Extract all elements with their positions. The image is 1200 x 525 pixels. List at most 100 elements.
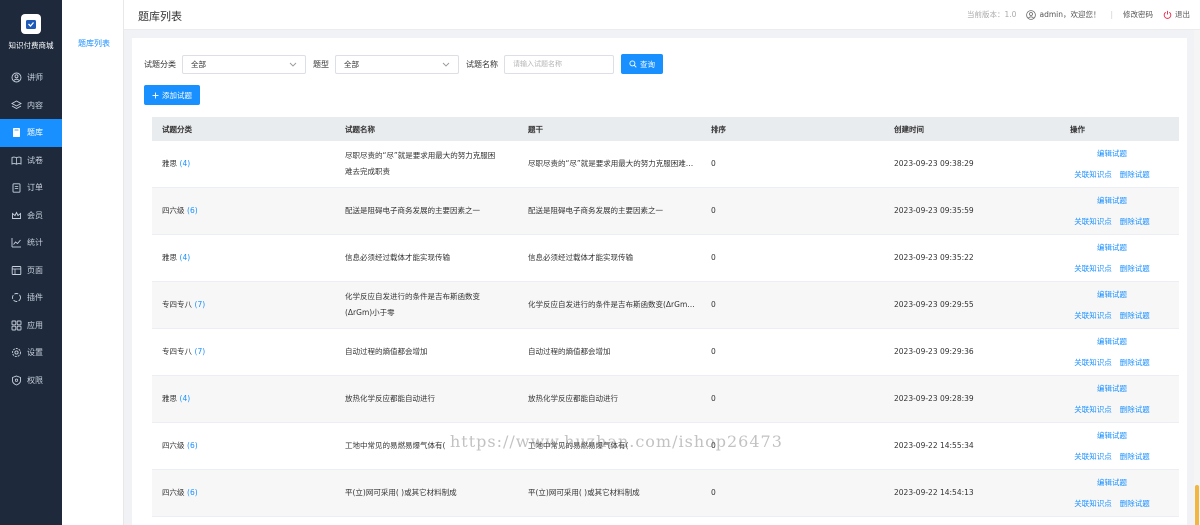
delete-question-link[interactable]: 删除试题: [1120, 451, 1150, 462]
row-actions-bottom: 关联知识点 删除试题: [1074, 263, 1150, 274]
delete-question-link[interactable]: 删除试题: [1120, 263, 1150, 274]
sort-value: 0: [711, 488, 716, 497]
question-table: 试题分类 试题名称 题干 排序 创建时间 操作 雅思 (4) 尽职尽责的“尽”就是…: [152, 117, 1179, 517]
delete-question-link[interactable]: 删除试题: [1120, 310, 1150, 321]
sidebar-item-4[interactable]: 订单: [0, 174, 62, 202]
header-separator: |: [1110, 10, 1113, 19]
edit-question-link[interactable]: 编辑试题: [1097, 289, 1127, 300]
cell-name: 工地中常见的易燃易爆气体有(: [335, 438, 518, 454]
cell-stem: 自动过程的熵值都会增加: [518, 344, 701, 360]
edit-question-link[interactable]: 编辑试题: [1097, 477, 1127, 488]
edit-question-link[interactable]: 编辑试题: [1097, 195, 1127, 206]
link-knowledge-link[interactable]: 关联知识点: [1074, 216, 1112, 227]
cell-created: 2023-09-23 09:35:59: [884, 203, 1067, 219]
created-time: 2023-09-23 09:35:22: [894, 253, 974, 262]
sidebar-item-8[interactable]: 插件: [0, 284, 62, 312]
col-header-name: 试题名称: [345, 124, 375, 134]
sidebar-item-0[interactable]: 讲师: [0, 64, 62, 92]
sidebar-item-label: 权限: [27, 375, 43, 385]
page-icon: [10, 264, 22, 276]
sort-value: 0: [711, 253, 716, 262]
delete-question-link[interactable]: 删除试题: [1120, 498, 1150, 509]
sort-value: 0: [711, 441, 716, 450]
link-knowledge-link[interactable]: 关联知识点: [1074, 404, 1112, 415]
link-knowledge-link[interactable]: 关联知识点: [1074, 451, 1112, 462]
sidebar-item-1[interactable]: 内容: [0, 92, 62, 120]
link-knowledge-link[interactable]: 关联知识点: [1074, 169, 1112, 180]
category-name: 专四专八: [162, 300, 192, 309]
delete-question-link[interactable]: 删除试题: [1120, 357, 1150, 368]
cell-stem: 尽职尽责的“尽”就是要求用最大的努力克服困难去...: [518, 156, 701, 172]
category-select-value: 全部: [191, 59, 206, 69]
category-name: 四六级: [162, 441, 185, 450]
sidebar-item-10[interactable]: 设置: [0, 339, 62, 367]
grid-icon: [10, 319, 22, 331]
table-body: 雅思 (4) 尽职尽责的“尽”就是要求用最大的努力克服困难去完成职责 尽职尽责的“尽…: [152, 141, 1179, 517]
sidebar-item-6[interactable]: 统计: [0, 229, 62, 257]
add-question-button[interactable]: 添加试题: [144, 85, 200, 105]
sidebar-item-3[interactable]: 试卷: [0, 147, 62, 175]
app-logo[interactable]: 知识付费商城: [0, 0, 62, 64]
link-knowledge-link[interactable]: 关联知识点: [1074, 310, 1112, 321]
sort-value: 0: [711, 206, 716, 215]
sidebar-item-5[interactable]: 会员: [0, 202, 62, 230]
cell-stem: 配送是阻碍电子商务发展的主要因素之一: [518, 203, 701, 219]
sidebar-item-11[interactable]: 权限: [0, 367, 62, 395]
add-question-label: 添加试题: [162, 90, 192, 100]
table-row: 专四专八 (7) 自动过程的熵值都会增加 自动过程的熵值都会增加 0 2023-09-2…: [152, 329, 1179, 376]
top-header: 题库列表 当前版本：1.0 admin，欢迎您！ | 修改密码 退出: [124, 0, 1200, 30]
sidebar-item-7[interactable]: 页面: [0, 257, 62, 285]
power-icon: [1163, 10, 1172, 19]
edit-question-link[interactable]: 编辑试题: [1097, 148, 1127, 159]
sidebar-item-2[interactable]: 题库: [0, 119, 62, 147]
sort-value: 0: [711, 159, 716, 168]
category-select[interactable]: 全部: [182, 54, 306, 74]
delete-question-link[interactable]: 删除试题: [1120, 216, 1150, 227]
page-scrollbar[interactable]: [1194, 30, 1200, 525]
question-stem: 平(立)网可采用( )或其它材料制成: [528, 488, 640, 497]
chart-icon: [10, 237, 22, 249]
category-name: 雅思: [162, 159, 177, 168]
table-row: 雅思 (4) 放热化学反应都能自动进行 放热化学反应都能自动进行 0 2023-09-2…: [152, 376, 1179, 423]
created-time: 2023-09-23 09:35:59: [894, 206, 974, 215]
table-row: 雅思 (4) 尽职尽责的“尽”就是要求用最大的努力克服困难去完成职责 尽职尽责的“尽…: [152, 141, 1179, 188]
created-time: 2023-09-23 09:29:55: [894, 300, 974, 309]
delete-question-link[interactable]: 删除试题: [1120, 404, 1150, 415]
cell-actions: 编辑试题关联知识点 删除试题: [1067, 430, 1179, 462]
edit-question-link[interactable]: 编辑试题: [1097, 336, 1127, 347]
question-name: 平(立)网可采用( )或其它材料制成: [345, 488, 457, 497]
sidebar-item-label: 讲师: [27, 73, 43, 83]
sidebar-item-9[interactable]: 应用: [0, 312, 62, 340]
cell-actions: 编辑试题关联知识点 删除试题: [1067, 195, 1179, 227]
change-password-link[interactable]: 修改密码: [1123, 9, 1153, 20]
cell-category: 四六级 (6): [152, 203, 335, 219]
sub-sidebar: 题库列表: [62, 0, 124, 525]
user-welcome: admin，欢迎您！: [1039, 10, 1101, 19]
link-knowledge-link[interactable]: 关联知识点: [1074, 357, 1112, 368]
logout-link[interactable]: 退出: [1163, 9, 1190, 20]
question-stem: 自动过程的熵值都会增加: [528, 347, 611, 356]
cell-stem: 放热化学反应都能自动进行: [518, 391, 701, 407]
col-header-actions: 操作: [1070, 124, 1085, 134]
search-icon: [629, 60, 640, 68]
edit-question-link[interactable]: 编辑试题: [1097, 430, 1127, 441]
category-count: (4): [179, 253, 191, 262]
row-actions: 编辑试题关联知识点 删除试题: [1070, 383, 1154, 415]
scrollbar-thumb[interactable]: [1195, 485, 1199, 525]
search-button[interactable]: 查询: [621, 54, 663, 74]
link-knowledge-link[interactable]: 关联知识点: [1074, 263, 1112, 274]
category-count: (6): [187, 441, 198, 450]
delete-question-link[interactable]: 删除试题: [1120, 169, 1150, 180]
cell-category: 雅思 (4): [152, 391, 335, 407]
created-time: 2023-09-23 09:29:36: [894, 347, 974, 356]
question-name: 信息必须经过载体才能实现传输: [345, 253, 450, 262]
cell-actions: 编辑试题关联知识点 删除试题: [1067, 242, 1179, 274]
link-knowledge-link[interactable]: 关联知识点: [1074, 498, 1112, 509]
submenu-item-question-bank-list[interactable]: 题库列表: [78, 38, 110, 49]
edit-question-link[interactable]: 编辑试题: [1097, 242, 1127, 253]
edit-question-link[interactable]: 编辑试题: [1097, 383, 1127, 394]
cell-category: 四六级 (6): [152, 438, 335, 454]
question-name-input[interactable]: [504, 54, 614, 74]
row-actions: 编辑试题关联知识点 删除试题: [1070, 289, 1154, 321]
type-select[interactable]: 全部: [335, 54, 459, 74]
